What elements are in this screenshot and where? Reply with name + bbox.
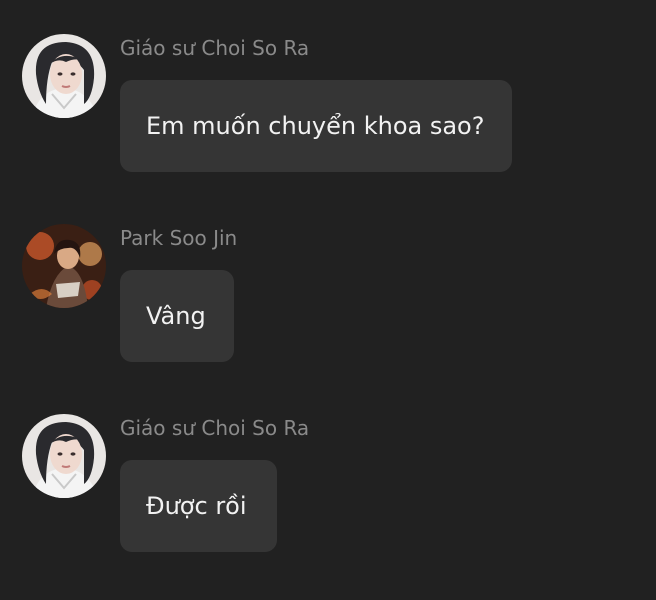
message-bubble[interactable]: Được rồi (120, 460, 277, 552)
student-avatar-image (22, 224, 106, 308)
message-text: Vâng (146, 302, 206, 330)
professor-avatar-image (22, 414, 106, 498)
professor-avatar[interactable] (22, 34, 106, 118)
chat-view: Giáo sư Choi So Ra Em muốn chuyển khoa s… (0, 0, 656, 600)
sender-name: Giáo sư Choi So Ra (120, 36, 310, 60)
professor-avatar-image (22, 34, 106, 118)
message-text: Em muốn chuyển khoa sao? (146, 112, 485, 140)
message-bubble[interactable]: Vâng (120, 270, 234, 362)
message-text: Được rồi (146, 492, 247, 520)
sender-name: Giáo sư Choi So Ra (120, 416, 310, 440)
professor-avatar[interactable] (22, 414, 106, 498)
sender-name: Park Soo Jin (120, 226, 238, 250)
message-bubble[interactable]: Em muốn chuyển khoa sao? (120, 80, 513, 172)
student-avatar[interactable] (22, 224, 106, 308)
